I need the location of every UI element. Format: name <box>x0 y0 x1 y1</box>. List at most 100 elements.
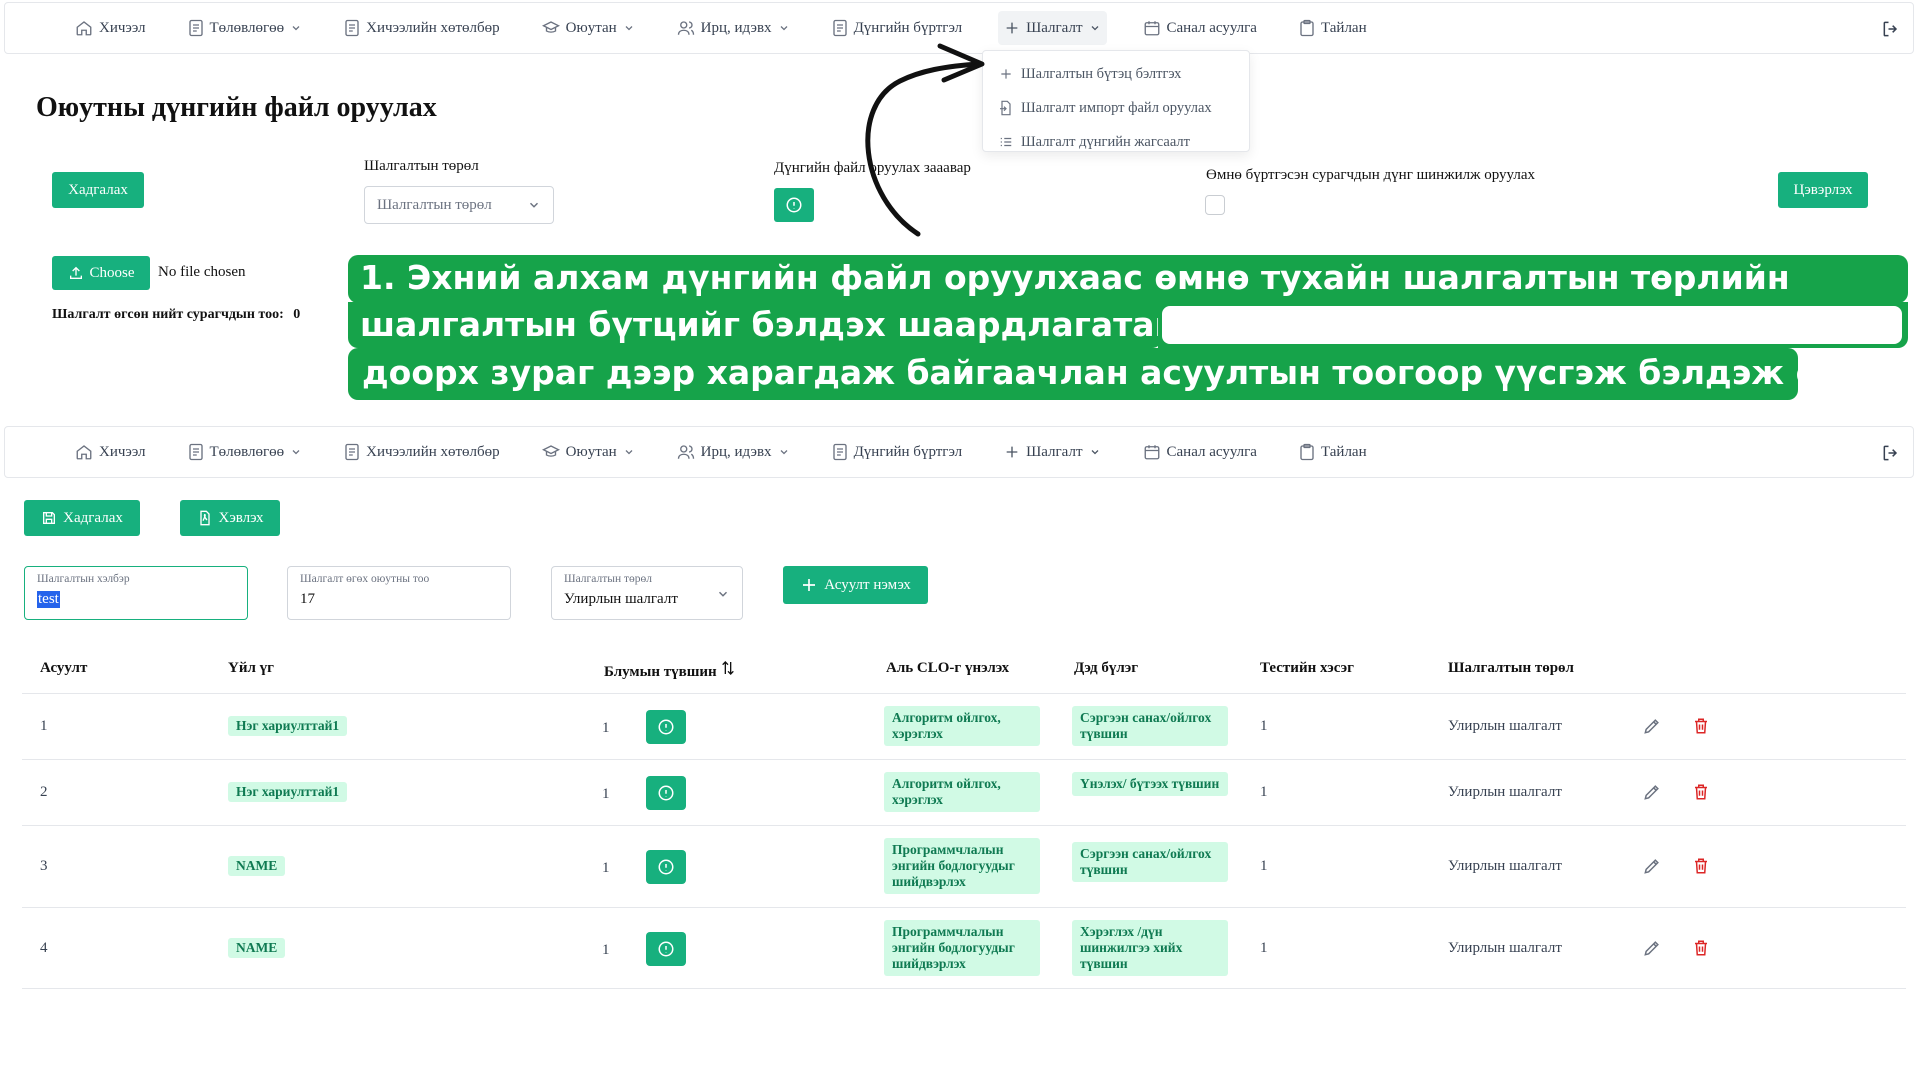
bloom-info-button[interactable] <box>646 710 686 744</box>
menu-item-import-file[interactable]: Шалгалт импорт файл оруулах <box>983 91 1249 125</box>
chevron-down-icon <box>718 591 728 597</box>
info-icon <box>658 785 674 801</box>
student-count-input[interactable]: Шалгалт өгөх оюутны тоо 17 <box>287 566 511 620</box>
cell-question: 4 <box>40 940 48 956</box>
home-icon <box>76 445 92 460</box>
nav-item-label: Тайлан <box>1320 443 1367 460</box>
bloom-info-button[interactable] <box>646 932 686 966</box>
menu-item-prepare-structure[interactable]: Шалгалтын бүтэц бэлтгэх <box>983 57 1249 91</box>
exam-type-select-value: Улирлын шалгалт <box>564 591 678 607</box>
clear-button[interactable]: Цэвэрлэх <box>1778 172 1868 208</box>
menu-item-grade-list[interactable]: Шалгалт дүнгийн жагсаалт <box>983 125 1249 159</box>
nav-item-label: Төлөвлөгөө <box>209 443 285 460</box>
home-icon <box>76 21 92 36</box>
nav-item-survey[interactable]: Санал асуулга <box>1137 435 1263 469</box>
table-row: 1 Нэг хариулттай1 1 Алгоритм ойлгох, хэр… <box>22 693 1906 759</box>
plus-icon <box>1006 446 1018 458</box>
verb-badge: Нэг хариулттай1 <box>228 782 348 802</box>
nav-item-survey[interactable]: Санал асуулга <box>1137 11 1263 45</box>
nav-item-home[interactable]: Хичээл <box>69 11 152 45</box>
document-icon <box>188 443 203 461</box>
delete-icon[interactable] <box>1692 782 1710 802</box>
delete-icon[interactable] <box>1692 938 1710 958</box>
cell-test-part: 1 <box>1260 718 1268 734</box>
nav-item-grades[interactable]: Дүнгийн бүртгэл <box>826 435 969 469</box>
nav-item-attendance[interactable]: Ирц, идэвх <box>671 435 796 469</box>
nav-item-label: Хичээлийн хөтөлбөр <box>366 19 500 36</box>
th-question: Асуулт <box>40 660 88 676</box>
nav-item-label: Шалгалт <box>1026 19 1083 36</box>
clo-badge: Программчлалын энгийн бодлогуудыг шийдвэ… <box>884 920 1040 976</box>
nav-item-program[interactable]: Хичээлийн хөтөлбөр <box>338 435 506 469</box>
clear-button-label: Цэвэрлэх <box>1793 181 1853 198</box>
nav-item-exam[interactable]: Шалгалт <box>998 435 1106 469</box>
nav-item-student[interactable]: Оюутан <box>536 11 641 45</box>
document-icon <box>832 19 847 37</box>
edit-icon[interactable] <box>1642 716 1662 736</box>
users-icon <box>677 21 694 35</box>
logout-button[interactable] <box>1881 443 1901 468</box>
delete-icon[interactable] <box>1692 856 1710 876</box>
add-question-button[interactable]: Асуулт нэмэх <box>783 566 928 604</box>
nav-item-program[interactable]: Хичээлийн хөтөлбөр <box>338 11 506 45</box>
plus-icon <box>803 579 816 591</box>
print-button[interactable]: Хэвлэх <box>180 500 280 536</box>
nav-item-report[interactable]: Тайлан <box>1293 435 1373 469</box>
nav-item-attendance[interactable]: Ирц, идэвх <box>671 11 796 45</box>
cell-test-part: 1 <box>1260 858 1268 874</box>
choose-file-button[interactable]: Choose <box>52 256 150 290</box>
logout-button[interactable] <box>1881 19 1901 44</box>
exam-type-select-label: Шалгалтын төрөл <box>564 573 653 585</box>
exam-type-select[interactable]: Шалгалтын төрөл <box>364 186 554 224</box>
nav-item-plan[interactable]: Төлөвлөгөө <box>182 11 309 45</box>
chevron-down-icon <box>529 202 539 208</box>
annotation-arrow <box>865 43 985 237</box>
print-label: Хэвлэх <box>218 509 264 526</box>
table-row: 4 NAME 1 Программчлалын энгийн бодлогууд… <box>22 907 1906 989</box>
bloom-info-button[interactable] <box>646 850 686 884</box>
cell-exam-type: Улирлын шалгалт <box>1448 718 1562 734</box>
exam-variant-input[interactable]: Шалгалтын хэлбэр test <box>24 566 248 620</box>
chevron-down-icon <box>292 450 300 455</box>
edit-icon[interactable] <box>1642 938 1662 958</box>
nav-item-label: Оюутан <box>565 19 617 36</box>
clo-badge: Алгоритм ойлгох, хэрэглэх <box>884 772 1040 812</box>
document-icon <box>832 443 847 461</box>
nav-item-student[interactable]: Оюутан <box>536 435 641 469</box>
chevron-down-icon <box>1091 450 1098 455</box>
bloom-info-button[interactable] <box>646 776 686 810</box>
menu-item-label: Шалгалт дүнгийн жагсаалт <box>1021 133 1190 150</box>
nav-item-plan[interactable]: Төлөвлөгөө <box>182 435 309 469</box>
add-question-label: Асуулт нэмэх <box>824 576 911 593</box>
exam-type-select-2[interactable]: Шалгалтын төрөл Улирлын шалгалт <box>551 566 743 620</box>
edit-icon[interactable] <box>1642 782 1662 802</box>
calendar-icon <box>1144 445 1159 460</box>
chevron-down-icon <box>1091 26 1098 31</box>
choose-file-label: Choose <box>89 264 135 281</box>
chevron-down-icon <box>780 450 788 455</box>
verb-badge: Нэг хариулттай1 <box>228 716 348 736</box>
edit-icon[interactable] <box>1642 856 1662 876</box>
nav-item-label: Шалгалт <box>1026 443 1083 460</box>
users-icon <box>677 445 694 459</box>
save-structure-button[interactable]: Хадгалах <box>24 500 140 536</box>
clo-badge: Программчлалын энгийн бодлогуудыг шийдвэ… <box>884 838 1040 894</box>
chevron-down-icon <box>780 26 788 31</box>
nav-item-exam[interactable]: Шалгалт <box>998 11 1107 45</box>
nav-item-home[interactable]: Хичээл <box>69 435 152 469</box>
cell-bloom: 1 <box>602 720 610 736</box>
nav-item-report[interactable]: Тайлан <box>1293 11 1373 45</box>
th-bloom[interactable]: Блумын түвшин <box>604 660 736 681</box>
student-count-label: Шалгалт өгсөн нийт сурагчдын тоо: 0 <box>52 307 301 322</box>
cell-bloom: 1 <box>602 942 610 958</box>
instruction-info-button[interactable] <box>774 188 814 222</box>
save-button[interactable]: Хадгалах <box>52 172 144 208</box>
clo-badge: Алгоритм ойлгох, хэрэглэх <box>884 706 1040 746</box>
cell-exam-type: Улирлын шалгалт <box>1448 858 1562 874</box>
prev-students-checkbox[interactable] <box>1205 195 1225 215</box>
plus-icon <box>1006 22 1018 34</box>
menu-item-label: Шалгалт импорт файл оруулах <box>1021 99 1212 116</box>
nav-item-label: Оюутан <box>565 443 617 460</box>
save-structure-label: Хадгалах <box>63 509 123 526</box>
delete-icon[interactable] <box>1692 716 1710 736</box>
